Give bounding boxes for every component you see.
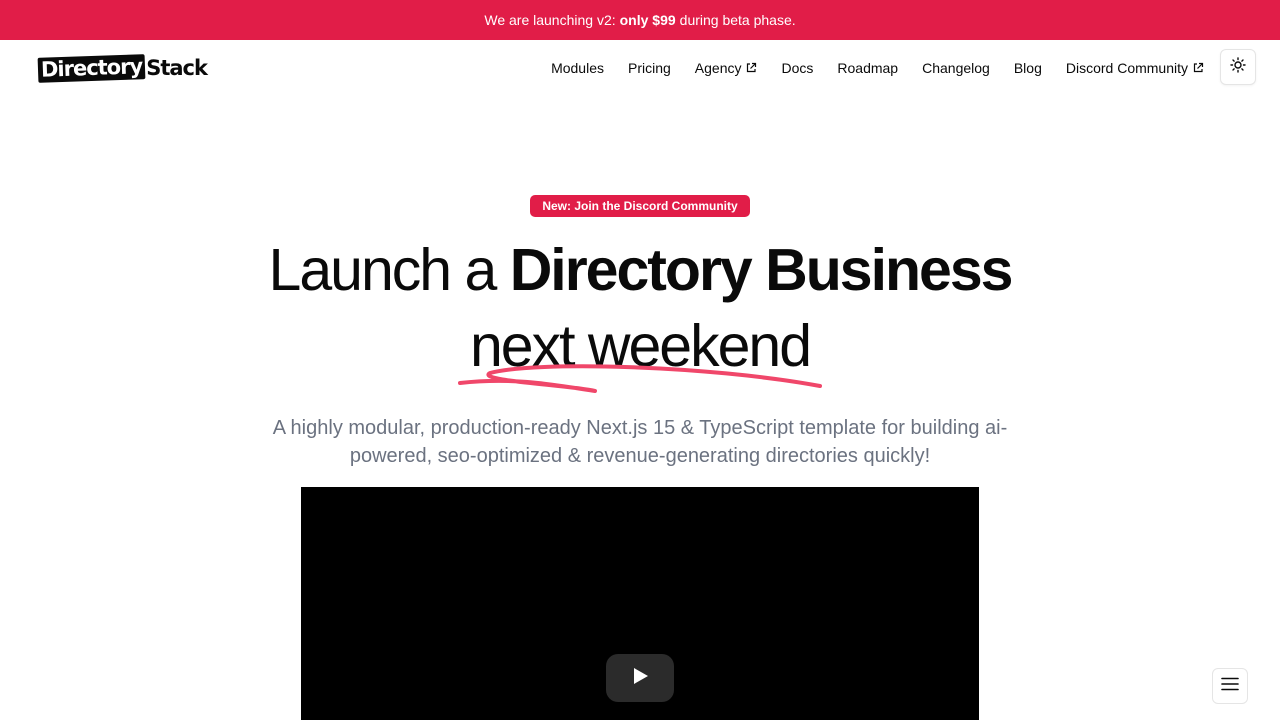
hero-subtitle: A highly modular, production-ready Next.… [272, 417, 1008, 467]
logo[interactable]: Directory Stack [37, 53, 208, 83]
logo-part-directory: Directory [37, 53, 146, 83]
play-icon [630, 666, 650, 691]
external-link-icon [745, 62, 757, 74]
banner-prefix: We are launching v2: [484, 12, 616, 28]
nav-label: Docs [781, 60, 814, 76]
nav-label: Modules [551, 60, 604, 76]
nav-label: Blog [1013, 60, 1042, 76]
nav-link-pricing[interactable]: Pricing [628, 60, 671, 76]
nav-link-docs[interactable]: Docs [781, 60, 813, 76]
main-nav: Modules Pricing Agency Docs Roadmap Chan… [551, 40, 1204, 96]
headline-line-1: Launch a Directory Business [0, 232, 1280, 308]
nav-label: Pricing [627, 60, 671, 76]
sun-icon [1230, 56, 1246, 78]
banner-suffix: during beta phase. [679, 12, 796, 28]
site-header: Directory Stack Modules Pricing Agency D… [0, 40, 1280, 96]
nav-label: Agency [694, 60, 742, 76]
video-play-button[interactable] [606, 654, 674, 702]
nav-link-agency[interactable]: Agency [695, 60, 758, 76]
headline-light: Launch a [268, 237, 498, 303]
video-player[interactable] [301, 487, 979, 720]
theme-toggle-button[interactable] [1220, 49, 1256, 85]
headline-underline-squiggle [458, 364, 822, 393]
nav-link-changelog[interactable]: Changelog [922, 60, 990, 76]
nav-label: Roadmap [837, 60, 899, 76]
headline-bold: Directory Business [509, 237, 1014, 303]
announcement-banner: We are launching v2: only $99 during bet… [0, 0, 1280, 40]
external-link-icon [1192, 62, 1204, 74]
nav-link-discord-community[interactable]: Discord Community [1066, 60, 1204, 76]
floating-menu-button[interactable] [1212, 668, 1248, 704]
logo-part-stack: Stack [146, 56, 208, 80]
discord-announcement-pill[interactable]: New: Join the Discord Community [530, 195, 750, 217]
nav-link-modules[interactable]: Modules [551, 60, 604, 76]
nav-label: Changelog [922, 60, 990, 76]
hamburger-menu-icon [1221, 677, 1239, 696]
banner-highlight: only $99 [619, 12, 676, 28]
nav-label: Discord Community [1065, 60, 1188, 76]
nav-link-roadmap[interactable]: Roadmap [837, 60, 898, 76]
nav-link-blog[interactable]: Blog [1014, 60, 1042, 76]
